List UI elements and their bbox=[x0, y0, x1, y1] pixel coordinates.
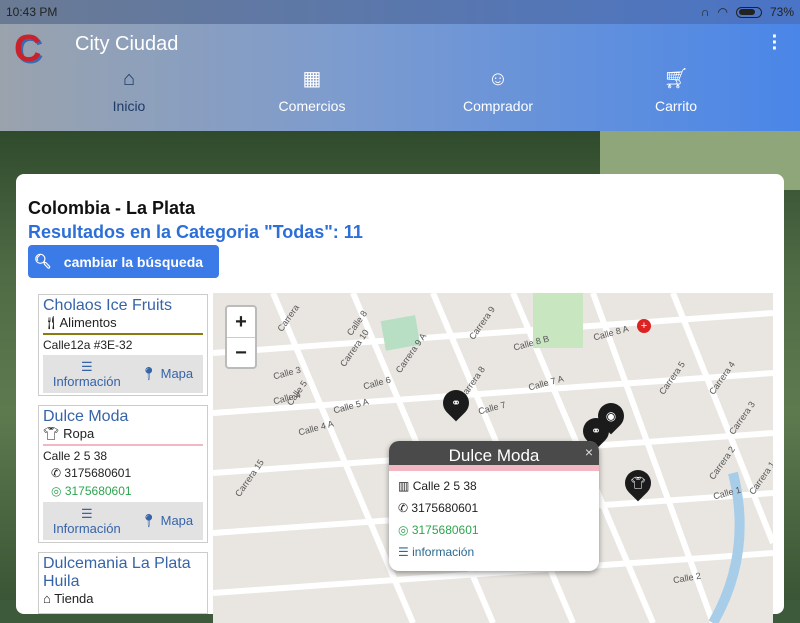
building-icon: ▥ bbox=[398, 479, 410, 493]
basket-icon: ⌂ bbox=[43, 591, 51, 606]
tab-inicio[interactable]: ⌂ Inicio bbox=[39, 66, 219, 114]
phone-icon: ✆ bbox=[51, 466, 62, 480]
overflow-menu-icon[interactable]: · · · bbox=[770, 27, 780, 59]
results-card: Colombia - La Plata Resultados en la Cat… bbox=[16, 174, 784, 623]
tab-comprador[interactable]: ☺ Comprador bbox=[408, 66, 588, 114]
map-label: Mapa bbox=[160, 366, 194, 381]
shop-phone[interactable]: ✆ 3175680601 bbox=[51, 466, 203, 480]
list-icon: ☰ bbox=[80, 359, 93, 374]
app-logo: C bbox=[14, 28, 42, 70]
nav-tabs: ⌂ Inicio ▦ Comercios ☺ Comprador 🛒︎ Carrito bbox=[0, 66, 800, 114]
whatsapp-number: 3175680601 bbox=[64, 484, 132, 498]
whatsapp-icon: ◎ bbox=[51, 484, 62, 498]
map-button[interactable]: 📍︎ Mapa bbox=[140, 513, 193, 529]
popup-address: ▥ Calle 2 5 38 bbox=[398, 479, 590, 493]
popup-title: Dulce Moda bbox=[448, 446, 540, 465]
hospital-icon: + bbox=[637, 319, 651, 333]
status-bar: 10:43 PM ∩ ◠ 73% bbox=[0, 0, 800, 24]
shop-address: Calle12a #3E-32 bbox=[43, 338, 133, 352]
phone-text: 3175680601 bbox=[411, 501, 479, 515]
results-heading: Resultados en la Categoria "Todas": 11 bbox=[28, 222, 363, 242]
map-marker-icon: 📍︎ bbox=[140, 513, 157, 528]
shop-actions: ☰ Información 📍︎ Mapa bbox=[43, 502, 203, 540]
category-label: Alimentos bbox=[59, 315, 117, 330]
category-label: Ropa bbox=[63, 426, 95, 441]
zoom-out-button[interactable]: − bbox=[227, 337, 255, 367]
whatsapp-icon: ◎ bbox=[398, 523, 409, 537]
info-label: Información bbox=[52, 374, 121, 389]
zoom-control: + − bbox=[225, 305, 257, 369]
tab-carrito[interactable]: 🛒︎ Carrito bbox=[586, 66, 766, 114]
info-text: información bbox=[412, 545, 475, 559]
face-icon: ☺ bbox=[487, 68, 509, 90]
map-button[interactable]: 📍︎ Mapa bbox=[140, 366, 193, 382]
list-item: Dulce Moda 👕︎ Ropa Calle 2 5 38 ✆ 317568… bbox=[38, 405, 208, 543]
wifi-icon: ◠ bbox=[717, 5, 728, 19]
info-button[interactable]: ☰ Información bbox=[53, 359, 121, 389]
shirt-icon: 👕︎ bbox=[43, 426, 60, 441]
tab-label: Inicio bbox=[112, 98, 146, 114]
map-marker-icon: 📍︎ bbox=[140, 366, 157, 381]
list-item: Cholaos Ice Fruits 🍴︎Alimentos Calle12a … bbox=[38, 294, 208, 396]
change-search-label: cambiar la búsqueda bbox=[63, 253, 204, 270]
search-icon: 🔍︎ bbox=[34, 253, 52, 269]
utensils-icon: 🍴︎ bbox=[43, 315, 60, 330]
shop-whatsapp[interactable]: ◎ 3175680601 bbox=[51, 484, 203, 498]
status-time: 10:43 PM bbox=[6, 5, 58, 19]
whatsapp-text: 3175680601 bbox=[411, 523, 479, 537]
popup-phone[interactable]: ✆ 3175680601 bbox=[398, 501, 590, 515]
popup-header: Dulce Moda × bbox=[389, 441, 599, 471]
store-icon: ▦ bbox=[302, 68, 322, 90]
list-item: Dulcemania La Plata Huila ⌂ Tienda bbox=[38, 552, 208, 614]
shop-name[interactable]: Cholaos Ice Fruits bbox=[43, 297, 203, 315]
shop-name[interactable]: Dulcemania La Plata Huila bbox=[43, 555, 203, 591]
home-icon: ⌂ bbox=[122, 68, 136, 90]
app-title: City Ciudad bbox=[75, 33, 179, 55]
category-label: Tienda bbox=[54, 591, 94, 606]
map-label: Mapa bbox=[160, 513, 194, 528]
address-text: Calle 2 5 38 bbox=[412, 479, 477, 493]
info-label: Información bbox=[52, 521, 121, 536]
tab-label: Carrito bbox=[654, 98, 697, 114]
list-icon: ☰ bbox=[398, 545, 409, 559]
app-bar: C City Ciudad · · · ⌂ Inicio ▦ Comercios ☺ Co… bbox=[0, 24, 800, 131]
shop-category: 🍴︎Alimentos bbox=[43, 315, 203, 335]
phone-number: 3175680601 bbox=[64, 466, 132, 480]
shop-address: Calle 2 5 38 bbox=[43, 449, 108, 463]
shop-list[interactable]: Cholaos Ice Fruits 🍴︎Alimentos Calle12a … bbox=[38, 294, 208, 623]
phone-icon: ✆ bbox=[398, 501, 409, 515]
map-marker-icon[interactable]: 👕︎ bbox=[619, 464, 657, 502]
info-button[interactable]: ☰ Información bbox=[53, 506, 121, 536]
change-search-button[interactable]: 🔍︎ cambiar la búsqueda bbox=[28, 245, 219, 278]
list-icon: ☰ bbox=[80, 506, 93, 521]
shop-name[interactable]: Dulce Moda bbox=[43, 408, 203, 426]
popup-whatsapp[interactable]: ◎ 3175680601 bbox=[398, 523, 590, 537]
tab-label: Comprador bbox=[462, 98, 534, 114]
close-icon[interactable]: × bbox=[585, 441, 593, 467]
tab-comercios[interactable]: ▦ Comercios bbox=[222, 66, 402, 114]
map-view[interactable]: Carrera Calle 8 Carrera 10 Carrera 9 A C… bbox=[213, 293, 773, 623]
map-marker-icon[interactable]: ⚭ bbox=[437, 384, 475, 422]
battery-level: 73% bbox=[769, 5, 794, 19]
battery-icon bbox=[735, 6, 762, 18]
shop-category: 👕︎ Ropa bbox=[43, 426, 203, 446]
map-popup: Dulce Moda × ▥ Calle 2 5 38 ✆ 3175680601 … bbox=[389, 441, 599, 571]
tab-label: Comercios bbox=[278, 98, 346, 114]
headphones-icon: ∩ bbox=[700, 5, 710, 19]
popup-info-link[interactable]: ☰ información bbox=[398, 545, 590, 559]
cart-icon: 🛒︎ bbox=[663, 68, 689, 90]
shop-actions: ☰ Información 📍︎ Mapa bbox=[43, 355, 203, 393]
zoom-in-button[interactable]: + bbox=[227, 307, 255, 337]
location-heading: Colombia - La Plata bbox=[28, 198, 196, 218]
